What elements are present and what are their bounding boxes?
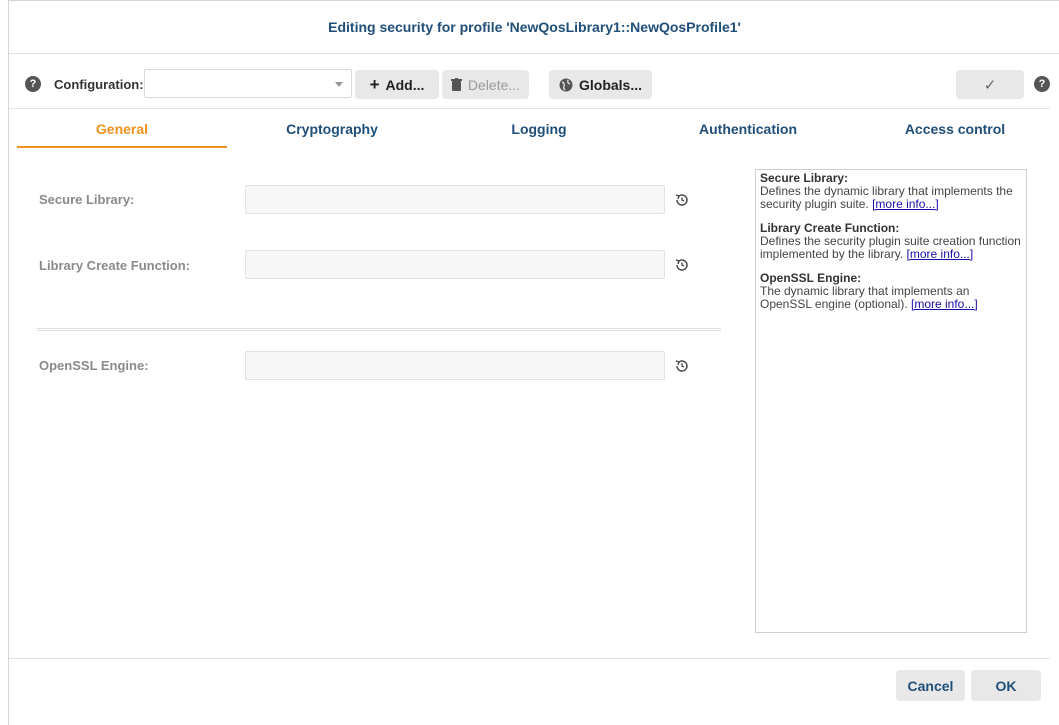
configuration-label: Configuration: — [54, 77, 144, 92]
cancel-button[interactable]: Cancel — [896, 670, 965, 701]
checkmark-icon: ✓ — [983, 76, 997, 94]
help-block-library-create-function: Library Create Function: Defines the sec… — [760, 222, 1022, 261]
openssl-engine-label: OpenSSL Engine: — [39, 358, 149, 373]
add-button-label: Add... — [385, 76, 425, 93]
help-block-openssl-engine: OpenSSL Engine: The dynamic library that… — [760, 272, 1022, 311]
tab-bar: General Cryptography Logging Authenticat… — [9, 109, 1050, 149]
more-info-link[interactable]: [more info...] — [872, 197, 939, 211]
dialog-title: Editing security for profile 'NewQosLibr… — [9, 1, 1059, 54]
tab-general[interactable]: General — [17, 109, 227, 149]
reset-icon[interactable] — [673, 191, 691, 209]
section-divider — [37, 328, 721, 331]
library-create-function-input[interactable] — [245, 250, 665, 279]
tab-authentication[interactable]: Authentication — [641, 109, 855, 149]
help-block-secure-library: Secure Library: Defines the dynamic libr… — [760, 172, 1022, 211]
tab-logging[interactable]: Logging — [437, 109, 641, 149]
add-button[interactable]: + Add... — [355, 70, 439, 99]
configuration-select[interactable] — [144, 69, 352, 98]
chevron-down-icon — [335, 82, 343, 87]
tab-access-control[interactable]: Access control — [855, 109, 1055, 149]
delete-button-label: Delete... — [467, 76, 521, 93]
toolbar: ? Configuration: + Add... Delete... Glob… — [9, 65, 1059, 101]
globals-button-label: Globals... — [578, 76, 642, 93]
dialog-frame: Editing security for profile 'NewQosLibr… — [8, 0, 1059, 725]
reset-icon[interactable] — [673, 357, 691, 375]
tab-cryptography[interactable]: Cryptography — [227, 109, 437, 149]
reset-icon[interactable] — [673, 256, 691, 274]
help-panel: Secure Library: Defines the dynamic libr… — [755, 169, 1027, 633]
secure-library-label: Secure Library: — [39, 192, 135, 207]
help-icon-right[interactable]: ? — [1034, 76, 1050, 92]
secure-library-input[interactable] — [245, 185, 665, 214]
footer-divider — [9, 658, 1050, 659]
globe-icon — [559, 78, 573, 91]
active-tab-indicator — [17, 146, 227, 148]
more-info-link[interactable]: [more info...] — [911, 297, 978, 311]
ok-button[interactable]: OK — [971, 670, 1041, 701]
library-create-function-label: Library Create Function: — [39, 258, 190, 273]
more-info-link[interactable]: [more info...] — [907, 247, 974, 261]
globals-button[interactable]: Globals... — [549, 70, 652, 99]
help-icon[interactable]: ? — [25, 76, 41, 92]
apply-button[interactable]: ✓ — [956, 70, 1024, 99]
help-text: Defines the security plugin suite creati… — [760, 234, 1021, 261]
trash-icon — [450, 78, 462, 91]
delete-button[interactable]: Delete... — [442, 70, 529, 99]
plus-icon: + — [369, 74, 380, 94]
openssl-engine-input[interactable] — [245, 351, 665, 380]
